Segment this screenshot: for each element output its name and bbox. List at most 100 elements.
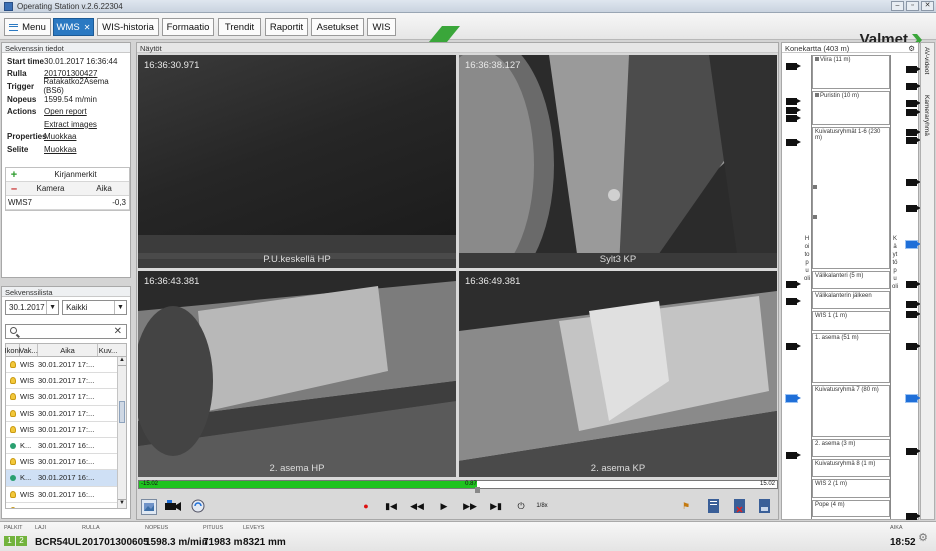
camera-icon[interactable] bbox=[906, 301, 921, 308]
tab-trendit[interactable]: Trendit bbox=[218, 18, 261, 36]
machine-section[interactable]: WIS 2 (1 m) bbox=[812, 479, 890, 498]
clear-search-icon[interactable]: ✕ bbox=[114, 326, 122, 337]
scroll-thumb[interactable] bbox=[119, 401, 125, 423]
column-header-images[interactable]: Kuv... bbox=[98, 344, 118, 356]
list-item[interactable]: WIS 30.01.2017 17:... bbox=[6, 406, 126, 422]
tab-asetukset[interactable]: Asetukset bbox=[311, 18, 364, 36]
camera-icon[interactable] bbox=[786, 107, 801, 114]
remove-bookmark-button[interactable]: – bbox=[6, 183, 22, 195]
camera-icon[interactable] bbox=[786, 63, 801, 70]
record-icon[interactable]: ● bbox=[359, 499, 373, 513]
camera-icon[interactable] bbox=[786, 343, 801, 350]
camera-icon[interactable] bbox=[906, 241, 921, 248]
open-report-link[interactable]: Open report bbox=[44, 107, 87, 116]
tab-av-videot[interactable]: AV-videot bbox=[923, 47, 930, 74]
list-item[interactable]: WIS30.01.2017 16:... bbox=[6, 503, 126, 508]
properties-edit-link[interactable]: Muokkaa bbox=[44, 132, 76, 141]
column-header-time[interactable]: Aika bbox=[38, 344, 98, 356]
camera-select-icon[interactable] bbox=[165, 499, 183, 513]
camera-icon[interactable] bbox=[786, 298, 801, 305]
timeline-bar[interactable]: -15.02 0.87 15.02 bbox=[138, 480, 778, 493]
tab-raportit[interactable]: Raportit bbox=[265, 18, 308, 36]
scroll-up-icon[interactable]: ▲ bbox=[118, 357, 126, 366]
settings-gear-icon[interactable]: ⚙ bbox=[908, 44, 915, 53]
play-icon[interactable]: ▶ bbox=[437, 499, 451, 513]
column-header-icon[interactable]: Ikoni bbox=[5, 344, 20, 356]
camera-icon[interactable] bbox=[906, 395, 921, 402]
camera-view-1[interactable]: 16:36:30.971 P.U.keskellä HP bbox=[138, 55, 456, 268]
list-item[interactable]: K... 30.01.2017 16:... bbox=[6, 470, 126, 487]
camera-icon[interactable] bbox=[906, 281, 921, 288]
camera-icon[interactable] bbox=[906, 137, 921, 144]
camera-icon[interactable] bbox=[786, 98, 801, 105]
camera-icon[interactable] bbox=[906, 109, 921, 116]
list-item[interactable]: WIS 30.01.2017 17:... bbox=[6, 389, 126, 406]
timeline-handle[interactable] bbox=[475, 487, 481, 493]
camera-icon[interactable] bbox=[906, 100, 921, 107]
machine-section[interactable]: Puristin (10 m) bbox=[812, 91, 890, 125]
camera-icon[interactable] bbox=[786, 395, 801, 402]
camera-icon[interactable] bbox=[906, 83, 921, 90]
camera-icon[interactable] bbox=[906, 205, 921, 212]
list-item[interactable]: WIS 30.01.2017 17:... bbox=[6, 373, 126, 390]
machine-section[interactable]: Kuivatusryhmät 1-6 (230 m) bbox=[812, 127, 890, 269]
camera-icon[interactable] bbox=[906, 513, 921, 520]
palkki-2-badge[interactable]: 2 bbox=[16, 536, 27, 546]
column-header-camera[interactable]: Kamera bbox=[22, 184, 79, 193]
machine-section[interactable]: Kuivatusryhmä 8 (1 m) bbox=[812, 459, 890, 477]
minimize-button[interactable]: – bbox=[891, 1, 904, 11]
camera-icon[interactable] bbox=[786, 452, 801, 459]
machine-section[interactable]: Kuivatusryhmä 7 (80 m) bbox=[812, 385, 890, 437]
speed-icon[interactable]: ⏻ bbox=[514, 499, 528, 513]
list-item[interactable]: K... 30.01.2017 16:... bbox=[6, 438, 126, 455]
machine-section[interactable]: 1. asema (51 m) bbox=[812, 333, 890, 383]
machine-section[interactable]: 2. asema (3 m) bbox=[812, 439, 890, 457]
machine-section[interactable]: WIS 1 (1 m) bbox=[812, 311, 890, 331]
save-icon[interactable] bbox=[757, 499, 771, 513]
step-forward-icon[interactable]: ▶▮ bbox=[489, 499, 503, 513]
list-item[interactable]: WIS30.01.2017 16:... bbox=[6, 487, 126, 503]
list-item[interactable]: WIS 30.01.2017 17:... bbox=[6, 422, 126, 438]
camera-icon[interactable] bbox=[786, 139, 801, 146]
date-select[interactable]: 30.1.2017 ▼ bbox=[5, 300, 60, 315]
camera-icon[interactable] bbox=[906, 448, 921, 455]
tab-wis[interactable]: WIS bbox=[367, 18, 396, 36]
tab-wms[interactable]: WMS ✕ bbox=[53, 18, 94, 36]
sync-icon[interactable] bbox=[191, 499, 205, 513]
machine-section[interactable]: Pope (4 m) bbox=[812, 500, 890, 517]
camera-icon[interactable] bbox=[906, 343, 921, 350]
machine-section[interactable]: Viira (11 m) bbox=[812, 55, 890, 89]
camera-icon[interactable] bbox=[906, 311, 921, 318]
list-item[interactable]: WIS 30.01.2017 17:... bbox=[6, 357, 126, 374]
settings-icon[interactable]: ⚙ bbox=[918, 531, 928, 544]
tab-wis-historia[interactable]: WIS-historia bbox=[97, 18, 159, 36]
camera-icon[interactable] bbox=[906, 129, 921, 136]
menu-button[interactable]: Menu bbox=[4, 18, 51, 36]
column-header-time[interactable]: Aika bbox=[79, 184, 129, 193]
tab-kameraryhma[interactable]: Kameraryhmä bbox=[923, 95, 930, 136]
scroll-down-icon[interactable]: ▼ bbox=[118, 499, 126, 508]
image-export-icon[interactable] bbox=[141, 499, 157, 515]
camera-view-3[interactable]: 16:36:43.381 2. asema HP bbox=[138, 271, 456, 477]
tab-formaatio[interactable]: Formaatio bbox=[162, 18, 214, 36]
delete-report-icon[interactable] bbox=[732, 499, 746, 513]
list-item[interactable]: WIS30.01.2017 16:... bbox=[6, 454, 126, 471]
rewind-icon[interactable]: ◀◀ bbox=[410, 499, 424, 513]
tab-close-icon[interactable]: ✕ bbox=[84, 23, 91, 32]
bookmark-row[interactable]: WMS7 -0,3 bbox=[6, 196, 129, 210]
fast-forward-icon[interactable]: ▶▶ bbox=[463, 499, 477, 513]
maximize-button[interactable]: ▫ bbox=[906, 1, 919, 11]
extract-images-link[interactable]: Extract images bbox=[44, 120, 97, 129]
camera-view-4[interactable]: 16:36:49.381 2. asema KP bbox=[459, 271, 777, 477]
list-scrollbar[interactable]: ▲ ▼ bbox=[117, 357, 126, 508]
add-bookmark-button[interactable]: + bbox=[6, 169, 22, 181]
camera-icon[interactable] bbox=[786, 281, 801, 288]
report-icon[interactable] bbox=[706, 499, 720, 513]
camera-view-2[interactable]: 16:36:38.127 Sylt3 KP bbox=[459, 55, 777, 268]
flag-icon[interactable]: ⚑ bbox=[679, 499, 693, 513]
palkki-1-badge[interactable]: 1 bbox=[4, 536, 15, 546]
filter-select[interactable]: Kaikki ▼ bbox=[62, 300, 127, 315]
camera-icon[interactable] bbox=[786, 115, 801, 122]
note-edit-link[interactable]: Muokkaa bbox=[44, 145, 76, 154]
step-back-icon[interactable]: ▮◀ bbox=[384, 499, 398, 513]
